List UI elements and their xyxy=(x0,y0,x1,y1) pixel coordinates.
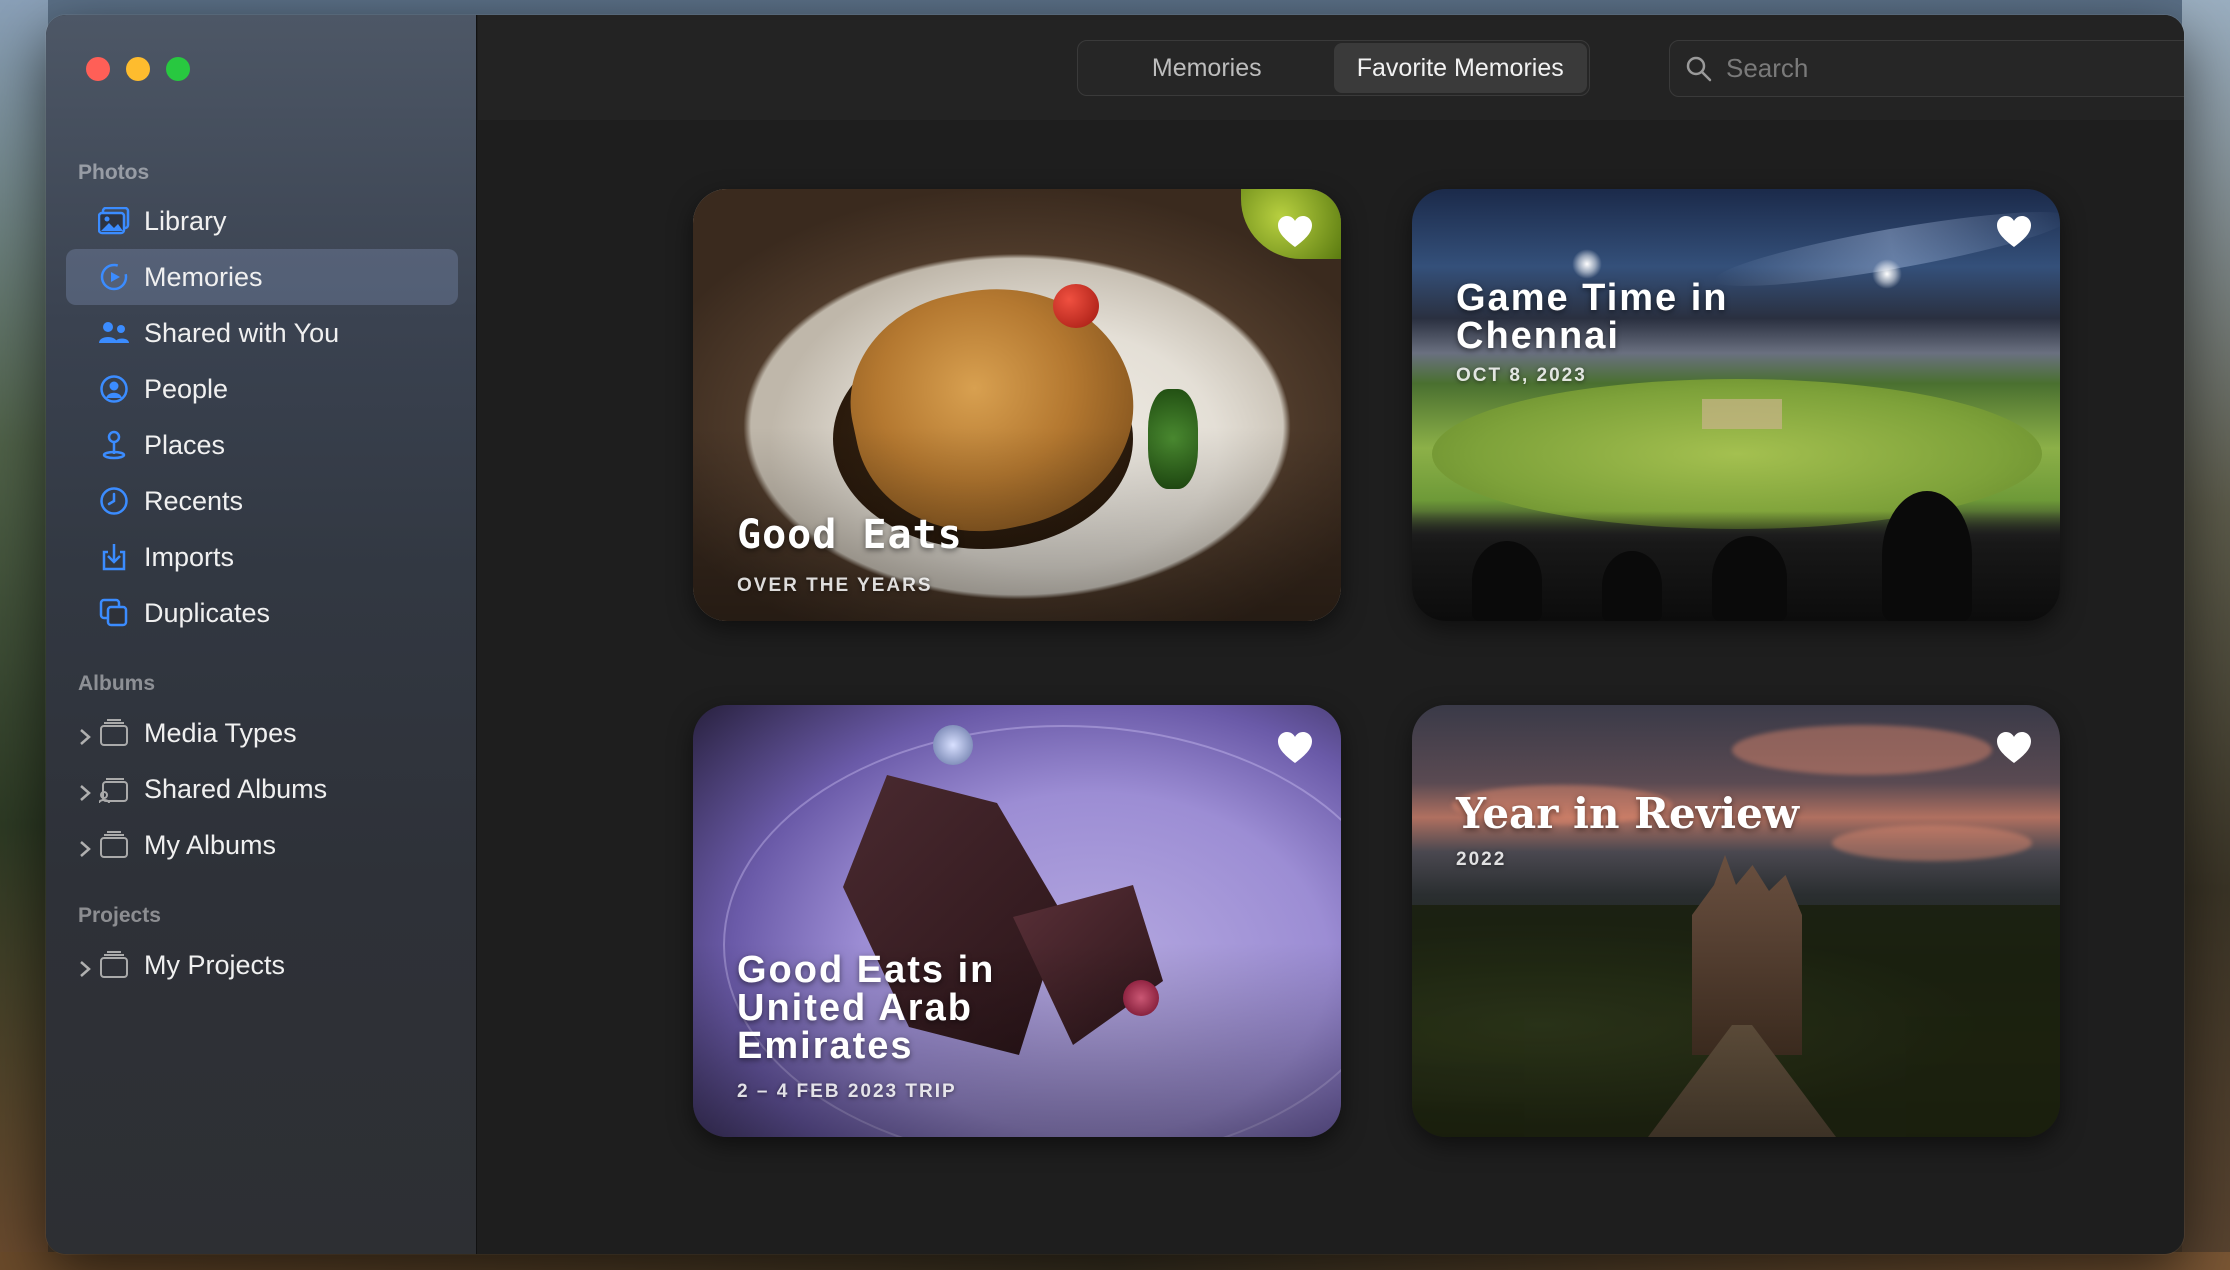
memories-segmented-control: Memories Favorite Memories xyxy=(1077,40,1590,96)
toolbar: Memories Favorite Memories xyxy=(478,15,2184,120)
memory-card-game-time-in-chennai[interactable]: Game Time in Chennai OCT 8, 2023 xyxy=(1412,189,2060,621)
section-title-albums: Albums xyxy=(78,672,156,695)
sidebar-item-label: My Albums xyxy=(144,829,277,860)
memory-subtitle: 2 – 4 FEB 2023 TRIP xyxy=(737,1081,957,1102)
memory-subtitle: 2022 xyxy=(1456,849,1507,870)
memory-subtitle: OCT 8, 2023 xyxy=(1456,365,1587,386)
photos-window: Photos Library Memories Shared with You xyxy=(46,15,2184,1254)
favorite-heart-icon[interactable] xyxy=(1277,731,1313,765)
sidebar-item-label: Imports xyxy=(144,541,235,572)
memory-card-good-eats[interactable]: Good Eats OVER THE YEARS xyxy=(693,189,1341,621)
tab-memories[interactable]: Memories xyxy=(1080,43,1334,93)
desktop-wallpaper-left xyxy=(0,0,48,1270)
folder-icon xyxy=(98,949,130,981)
folder-icon xyxy=(98,717,130,749)
memory-title: Year in Review xyxy=(1456,789,1799,838)
memory-subtitle: OVER THE YEARS xyxy=(737,575,933,596)
chevron-right-icon[interactable] xyxy=(78,723,94,745)
sidebar-item-library[interactable]: Library xyxy=(66,193,458,249)
sidebar: Photos Library Memories Shared with You xyxy=(46,15,477,1254)
sidebar-item-recents[interactable]: Recents xyxy=(66,473,458,529)
photo-detail xyxy=(1732,725,1992,775)
imports-icon xyxy=(98,541,130,573)
recents-icon xyxy=(98,485,130,517)
photo-detail xyxy=(1882,491,1972,621)
chevron-right-icon[interactable] xyxy=(78,835,94,857)
sidebar-item-label: Shared with You xyxy=(144,317,340,348)
photo-detail xyxy=(1872,259,1902,289)
library-icon xyxy=(98,205,130,237)
shared-with-you-icon xyxy=(98,317,130,349)
photo-detail xyxy=(933,725,973,765)
people-icon xyxy=(98,373,130,405)
chevron-right-icon[interactable] xyxy=(78,779,94,801)
sidebar-item-people[interactable]: People xyxy=(66,361,458,417)
sidebar-item-label: My Projects xyxy=(144,949,286,980)
zoom-window-button[interactable] xyxy=(166,57,190,81)
sidebar-item-my-projects[interactable]: My Projects xyxy=(66,937,458,993)
favorite-heart-icon[interactable] xyxy=(1996,215,2032,249)
sidebar-item-label: Places xyxy=(144,429,226,460)
search-icon xyxy=(1684,54,1714,84)
folder-icon xyxy=(98,829,130,861)
sidebar-item-duplicates[interactable]: Duplicates xyxy=(66,585,458,641)
tab-favorite-memories[interactable]: Favorite Memories xyxy=(1333,43,1587,93)
sidebar-item-label: Duplicates xyxy=(144,597,271,628)
sidebar-item-shared-with-you[interactable]: Shared with You xyxy=(66,305,458,361)
photo-detail xyxy=(1572,249,1602,279)
sidebar-item-label: Memories xyxy=(144,261,263,292)
search-input[interactable] xyxy=(1726,53,2166,84)
memory-card-good-eats-uae[interactable]: Good Eats in United Arab Emirates 2 – 4 … xyxy=(693,705,1341,1137)
photo-detail xyxy=(1602,551,1662,621)
photo-detail xyxy=(1712,536,1787,621)
memory-title: Game Time in Chennai xyxy=(1456,277,1729,357)
photo-detail xyxy=(1053,284,1099,328)
favorite-heart-icon[interactable] xyxy=(1996,731,2032,765)
section-title-photos: Photos xyxy=(78,161,150,184)
minimize-window-button[interactable] xyxy=(126,57,150,81)
main-content: Memories Favorite Memories Good Eats OVE… xyxy=(478,15,2184,1254)
places-icon xyxy=(98,429,130,461)
photo-detail xyxy=(1702,399,1782,429)
sidebar-item-label: Library xyxy=(144,205,227,236)
memory-card-year-in-review[interactable]: Year in Review 2022 xyxy=(1412,705,2060,1137)
photo-detail xyxy=(1832,825,2032,861)
sidebar-item-my-albums[interactable]: My Albums xyxy=(66,817,458,873)
chevron-right-icon[interactable] xyxy=(78,955,94,977)
sidebar-item-label: Shared Albums xyxy=(144,773,328,804)
memories-icon xyxy=(98,261,130,293)
sidebar-item-media-types[interactable]: Media Types xyxy=(66,705,458,761)
photo-detail xyxy=(1472,541,1542,621)
memory-title: Good Eats xyxy=(737,512,963,558)
close-window-button[interactable] xyxy=(86,57,110,81)
section-title-projects: Projects xyxy=(78,904,161,927)
memory-title: Good Eats in United Arab Emirates xyxy=(737,949,996,1067)
sidebar-item-places[interactable]: Places xyxy=(66,417,458,473)
sidebar-item-shared-albums[interactable]: Shared Albums xyxy=(66,761,458,817)
shared-folder-icon xyxy=(98,773,130,805)
sidebar-item-label: Media Types xyxy=(144,717,297,748)
search-field[interactable] xyxy=(1669,40,2184,97)
sidebar-item-memories[interactable]: Memories xyxy=(66,249,458,305)
duplicates-icon xyxy=(98,597,130,629)
sidebar-item-label: People xyxy=(144,373,229,404)
favorite-heart-icon[interactable] xyxy=(1277,215,1313,249)
window-controls xyxy=(86,57,190,81)
sidebar-item-label: Recents xyxy=(144,485,244,516)
desktop-wallpaper-bottom xyxy=(0,1252,2230,1270)
sidebar-item-imports[interactable]: Imports xyxy=(66,529,458,585)
desktop-wallpaper-right xyxy=(2182,0,2230,1270)
